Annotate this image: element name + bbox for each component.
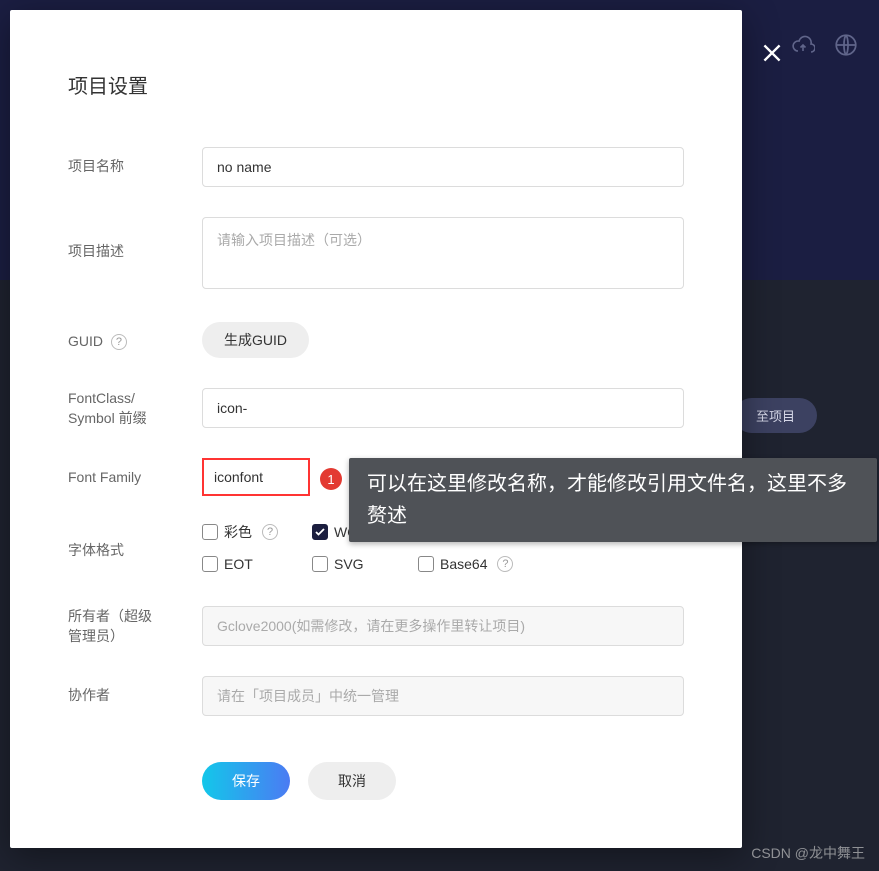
checkbox-eot[interactable]: EOT [202, 556, 312, 572]
project-desc-label: 项目描述 [68, 217, 202, 261]
font-family-label: Font Family [68, 458, 202, 487]
checkbox-svg[interactable]: SVG [312, 556, 418, 572]
project-settings-modal: 项目设置 项目名称 项目描述 GUID ? 生成GUID FontClass/ … [10, 10, 742, 848]
project-name-label: 项目名称 [68, 147, 202, 176]
checkbox-icon [202, 524, 218, 540]
help-icon[interactable]: ? [111, 334, 127, 350]
modal-title: 项目设置 [68, 70, 684, 99]
checkbox-color[interactable]: 彩色 ? [202, 522, 312, 542]
font-format-label: 字体格式 [68, 522, 202, 560]
language-icon [833, 32, 859, 58]
help-icon[interactable]: ? [262, 524, 278, 540]
prefix-input[interactable] [202, 388, 684, 428]
collaborator-input [202, 676, 684, 716]
generate-guid-button[interactable]: 生成GUID [202, 322, 309, 358]
project-desc-input[interactable] [202, 217, 684, 289]
close-icon [759, 40, 785, 66]
background-badge: 至项目 [734, 398, 817, 433]
cancel-button[interactable]: 取消 [308, 762, 396, 800]
annotation-marker: 1 [320, 468, 342, 490]
upload-cloud-icon [791, 33, 815, 57]
checkbox-base64[interactable]: Base64 ? [418, 556, 528, 572]
guid-label: GUID ? [68, 322, 202, 351]
prefix-label: FontClass/ Symbol 前缀 [68, 388, 202, 428]
checkbox-icon [312, 556, 328, 572]
checkbox-icon [202, 556, 218, 572]
help-icon[interactable]: ? [497, 556, 513, 572]
collaborator-label: 协作者 [68, 676, 202, 705]
owner-label: 所有者（超级 管理员） [68, 606, 202, 646]
project-name-input[interactable] [202, 147, 684, 187]
save-button[interactable]: 保存 [202, 762, 290, 800]
owner-input [202, 606, 684, 646]
annotation-tooltip: 可以在这里修改名称，才能修改引用文件名，这里不多赘述 [349, 458, 877, 542]
checkbox-icon [418, 556, 434, 572]
checkbox-icon [312, 524, 328, 540]
close-button[interactable] [759, 40, 785, 66]
watermark: CSDN @龙中舞王 [751, 843, 865, 863]
background-toolbar-icons [791, 32, 859, 58]
font-family-input[interactable] [202, 458, 310, 496]
